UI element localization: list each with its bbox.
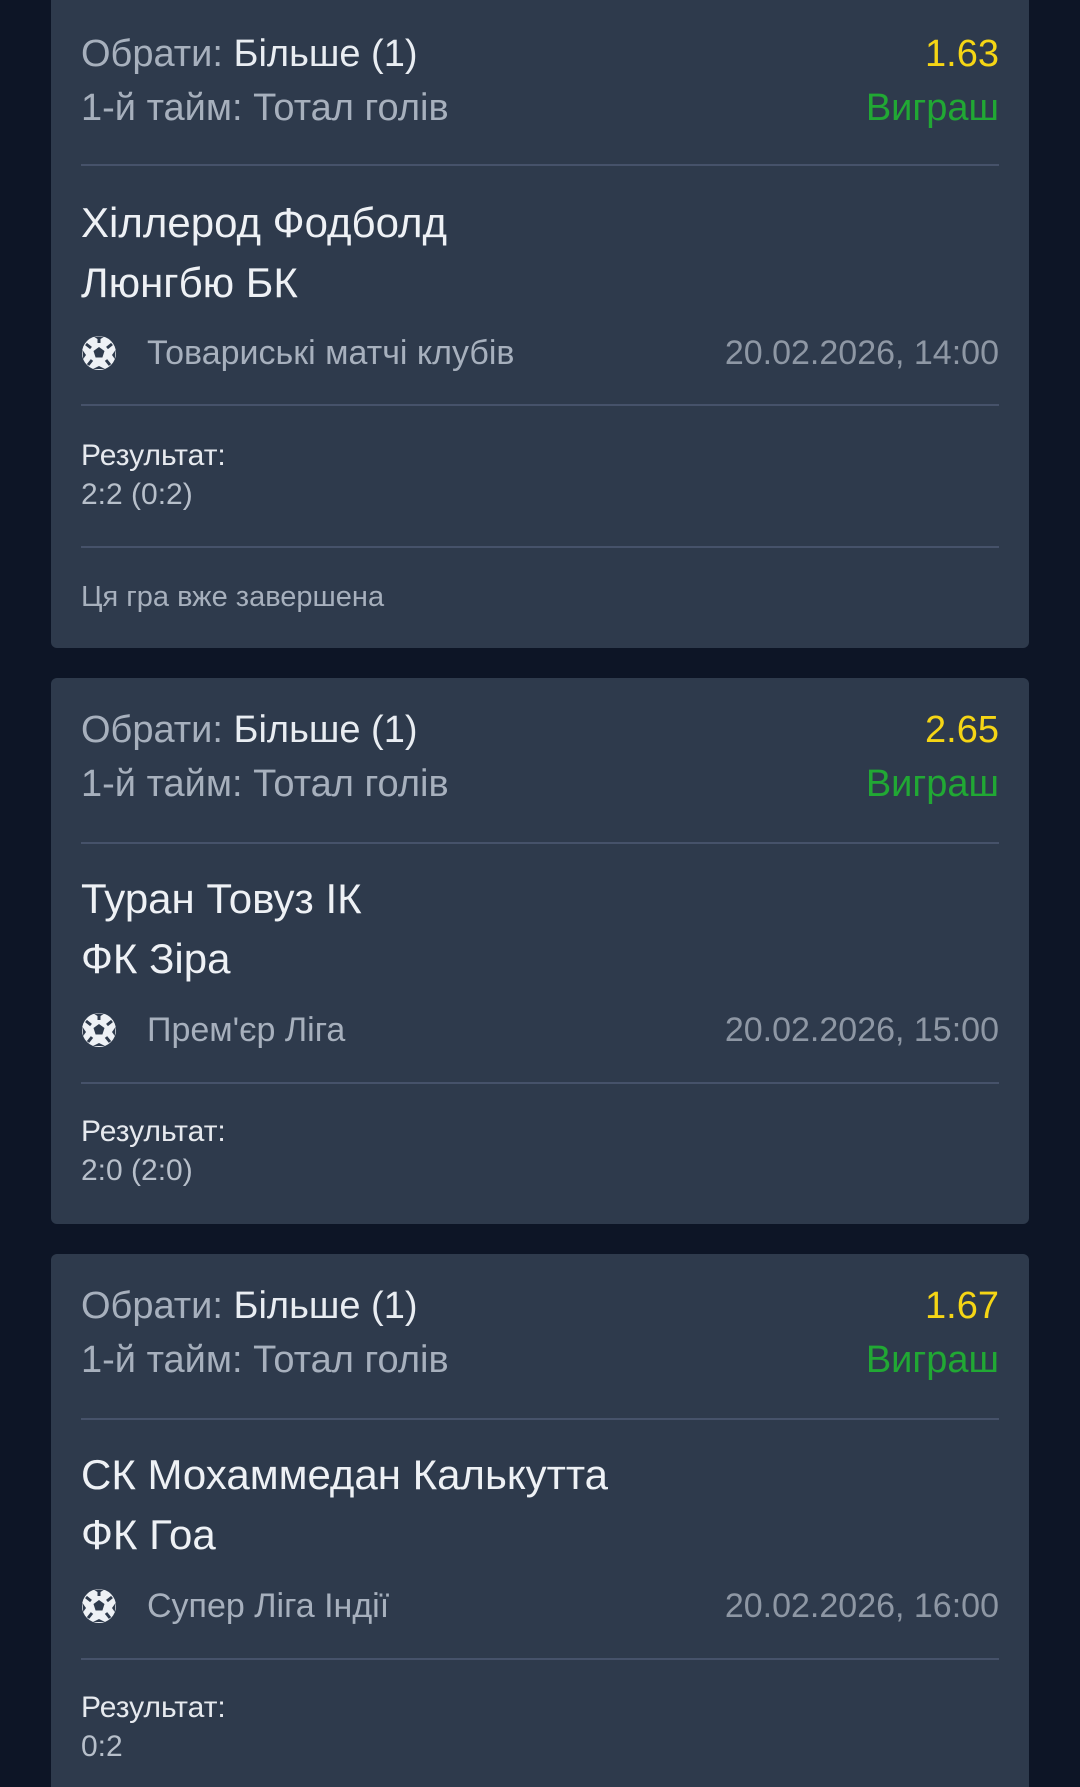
pick-label: Обрати:: [81, 1285, 223, 1327]
divider: [81, 1082, 999, 1084]
event-date: 20.02.2026, 14:00: [724, 334, 999, 372]
market-row: 1-й тайм: Тотал голів Виграш: [81, 1338, 999, 1382]
divider: [81, 1658, 999, 1660]
pick-row: Обрати: Більше (1) 2.65: [81, 708, 999, 752]
team-away: ФК Зіра: [81, 935, 231, 982]
odds-value: 1.67: [925, 1285, 999, 1327]
odds-value: 2.65: [925, 709, 999, 751]
market-row: 1-й тайм: Тотал голів Виграш: [81, 762, 999, 806]
odds-value: 1.63: [925, 33, 999, 75]
divider: [81, 164, 999, 166]
divider: [81, 1418, 999, 1420]
pick-row: Обрати: Більше (1) 1.63: [81, 32, 999, 76]
pick-row: Обрати: Більше (1) 1.67: [81, 1284, 999, 1328]
soccer-ball-icon: [81, 1012, 117, 1048]
result-label: Результат:: [81, 1691, 226, 1724]
team-home: Туран Товуз ІК: [81, 875, 362, 922]
result-value: 2:0 (2:0): [81, 1154, 193, 1187]
team-home: СК Мохаммедан Калькутта: [81, 1451, 609, 1498]
status-badge: Виграш: [865, 1339, 999, 1381]
league-row: Супер Ліга Індії 20.02.2026, 16:00: [81, 1584, 999, 1628]
divider: [81, 404, 999, 406]
pick-label: Обрати:: [81, 709, 223, 751]
pick-label: Обрати:: [81, 33, 223, 75]
league-row: Товариські матчі клубів 20.02.2026, 14:0…: [81, 331, 999, 375]
league-name: Товариські матчі клубів: [147, 334, 515, 372]
result-value: 0:2: [81, 1730, 123, 1763]
team-away: ФК Гоа: [81, 1511, 216, 1558]
team-home: Хіллерод Фодболд: [81, 199, 448, 246]
soccer-ball-icon: [81, 1588, 117, 1624]
bet-card[interactable]: Обрати: Більше (1) 1.63 1-й тайм: Тотал …: [51, 0, 1029, 648]
league-row: Прем'єр Ліга 20.02.2026, 15:00: [81, 1008, 999, 1052]
market-name: 1-й тайм: Тотал голів: [81, 763, 449, 805]
result-value: 2:2 (0:2): [81, 478, 193, 511]
result-label: Результат:: [81, 1115, 226, 1148]
league-name: Супер Ліга Індії: [147, 1587, 390, 1625]
status-badge: Виграш: [865, 87, 999, 129]
result-label: Результат:: [81, 439, 226, 472]
game-finished-note: Ця гра вже завершена: [81, 581, 385, 613]
pick-value: Більше (1): [233, 33, 418, 75]
bet-card[interactable]: Обрати: Більше (1) 1.67 1-й тайм: Тотал …: [51, 1254, 1029, 1787]
market-name: 1-й тайм: Тотал голів: [81, 1339, 449, 1381]
pick-value: Більше (1): [233, 709, 418, 751]
bet-card[interactable]: Обрати: Більше (1) 2.65 1-й тайм: Тотал …: [51, 678, 1029, 1224]
league-name: Прем'єр Ліга: [147, 1011, 346, 1049]
event-date: 20.02.2026, 16:00: [724, 1587, 999, 1625]
team-away: Люнгбю БК: [81, 259, 298, 306]
divider: [81, 546, 999, 548]
status-badge: Виграш: [865, 763, 999, 805]
divider: [81, 842, 999, 844]
pick-value: Більше (1): [233, 1285, 418, 1327]
soccer-ball-icon: [81, 335, 117, 371]
market-row: 1-й тайм: Тотал голів Виграш: [81, 86, 999, 130]
market-name: 1-й тайм: Тотал голів: [81, 87, 449, 129]
bet-history-screen: { "colors": { "background": "#0d1526", "…: [0, 0, 1080, 1787]
event-date: 20.02.2026, 15:00: [724, 1011, 999, 1049]
